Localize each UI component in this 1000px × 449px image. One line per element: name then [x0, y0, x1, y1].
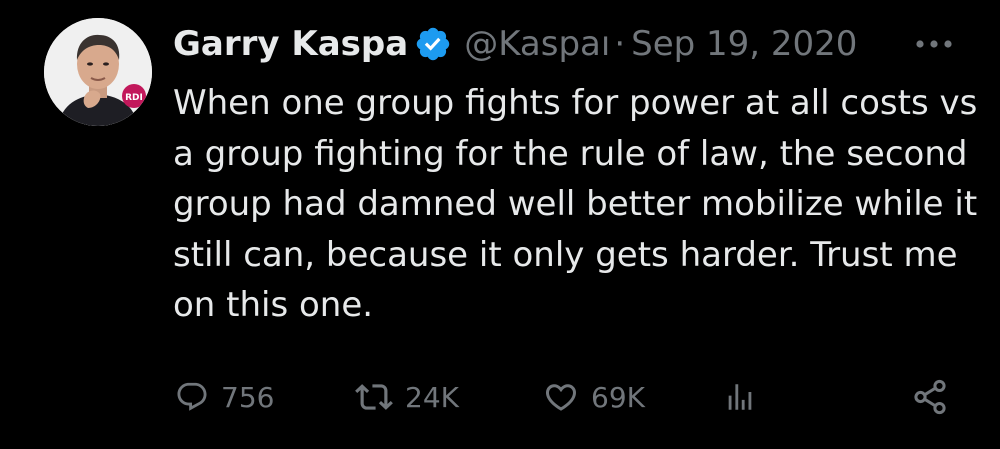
- avatar[interactable]: RDI: [44, 18, 152, 126]
- retweet-button[interactable]: 24K: [355, 370, 459, 424]
- views-button[interactable]: [723, 370, 757, 424]
- retweet-count: 24K: [405, 380, 459, 414]
- separator-dot: ·: [614, 24, 626, 64]
- tweet-date[interactable]: Sep 19, 2020: [631, 24, 857, 64]
- tweet-header: Garry Kaspa @Kaspaı · Sep 19, 2020: [173, 18, 973, 70]
- like-button[interactable]: 69K: [543, 370, 645, 424]
- avatar-photo: RDI: [44, 18, 152, 126]
- bar-chart-icon: [728, 384, 752, 410]
- more-options-button[interactable]: [912, 26, 956, 62]
- share-button[interactable]: [911, 370, 949, 424]
- share-nodes-icon: [914, 379, 946, 415]
- reply-count: 756: [221, 380, 275, 414]
- tweet-text: When one group fights for power at all c…: [173, 83, 978, 325]
- reply-button[interactable]: 756: [175, 370, 274, 424]
- speech-bubble-icon: [177, 382, 207, 411]
- heart-icon: [545, 384, 577, 411]
- display-name[interactable]: Garry Kaspa: [173, 24, 408, 64]
- avatar-badge: RDI: [125, 93, 143, 103]
- verified-badge-icon[interactable]: [414, 25, 452, 63]
- more-horizontal-icon: [916, 40, 952, 48]
- like-count: 69K: [591, 380, 645, 414]
- action-bar: 756 24K 69K: [175, 370, 965, 424]
- tweet-card[interactable]: RDI Garry Kaspa @Kaspaı · Sep 19, 2020 W…: [0, 0, 1000, 449]
- handle[interactable]: @Kaspaı: [464, 24, 610, 64]
- retweet-arrows-icon: [355, 384, 393, 410]
